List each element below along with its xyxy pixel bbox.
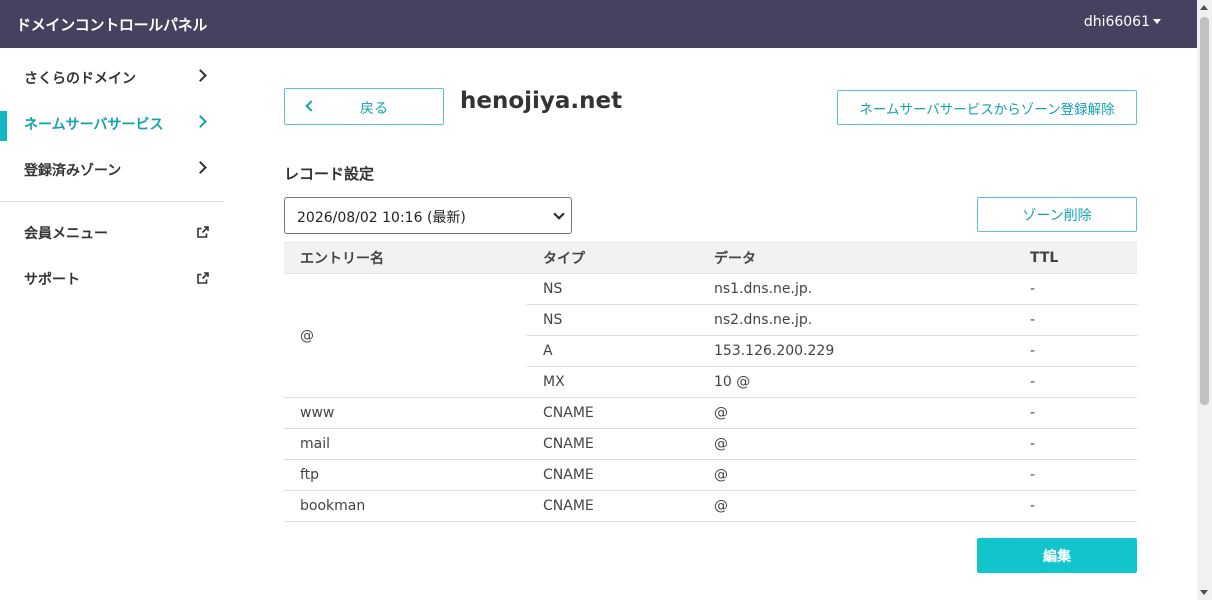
cell-data: 153.126.200.229 <box>698 335 1014 367</box>
table-row: mail CNAME @ - <box>284 428 1137 460</box>
cell-data: @ <box>698 490 1014 522</box>
sidebar-item-registered-zones[interactable]: 登録済みゾーン <box>0 147 224 193</box>
cell-type: NS <box>527 304 698 336</box>
edit-button[interactable]: 編集 <box>977 538 1137 573</box>
table-row: www CNAME @ - <box>284 397 1137 429</box>
chevron-right-icon <box>194 161 207 174</box>
sidebar-divider <box>0 201 224 202</box>
column-header-ttl: TTL <box>1014 242 1137 274</box>
cell-type: A <box>527 335 698 367</box>
cell-ttl: - <box>1014 335 1137 367</box>
sidebar-item-label: さくらのドメイン <box>24 71 136 87</box>
cell-type: CNAME <box>527 428 698 460</box>
sidebar-item-label: 会員メニュー <box>24 226 108 242</box>
cell-ttl: - <box>1014 490 1137 522</box>
sidebar-item-support[interactable]: サポート <box>0 256 224 302</box>
caret-down-icon[interactable] <box>1153 18 1161 24</box>
scroll-up-arrow-icon[interactable] <box>1200 5 1208 10</box>
cell-data: @ <box>698 397 1014 429</box>
cell-type: CNAME <box>527 459 698 491</box>
back-button-label: 戻る <box>360 101 388 117</box>
chevron-right-icon <box>194 69 207 82</box>
cell-type: CNAME <box>527 490 698 522</box>
table-header-row: エントリー名 タイプ データ TTL <box>284 242 1137 274</box>
cell-entry: ftp <box>284 459 527 491</box>
active-indicator <box>0 111 7 141</box>
external-link-icon <box>197 272 209 284</box>
chevron-right-icon <box>194 115 207 128</box>
user-name[interactable]: dhi66061 <box>1084 14 1150 30</box>
cell-data: @ <box>698 459 1014 491</box>
column-header-entry: エントリー名 <box>284 242 527 274</box>
cell-entry: www <box>284 397 527 429</box>
cell-data: @ <box>698 428 1014 460</box>
version-select[interactable]: 2026/08/02 10:16 (最新) <box>284 197 572 234</box>
sidebar: さくらのドメイン ネームサーバサービス 登録済みゾーン 会員メニュー サポート <box>0 48 224 600</box>
vertical-scrollbar[interactable] <box>1197 0 1212 600</box>
cell-entry: @ <box>284 273 527 398</box>
user-menu[interactable]: dhi66061 <box>1084 14 1161 30</box>
cell-entry: bookman <box>284 490 527 522</box>
cell-type: NS <box>527 273 698 305</box>
external-link-icon <box>197 226 209 238</box>
table-row: @ NS ns1.dns.ne.jp. - <box>284 273 1137 398</box>
cell-ttl: - <box>1014 428 1137 460</box>
sidebar-item-label: 登録済みゾーン <box>24 163 122 179</box>
unregister-zone-button[interactable]: ネームサーバサービスからゾーン登録解除 <box>837 90 1137 125</box>
version-select-value: 2026/08/02 10:16 (最新) <box>297 210 466 226</box>
column-header-type: タイプ <box>527 242 698 274</box>
delete-zone-button[interactable]: ゾーン削除 <box>977 197 1137 232</box>
sidebar-item-label: ネームサーバサービス <box>24 117 164 133</box>
cell-ttl: - <box>1014 397 1137 429</box>
cell-ttl: - <box>1014 459 1137 491</box>
top-header: ドメインコントロールパネル dhi66061 <box>0 0 1197 48</box>
table-row: bookman CNAME @ - <box>284 490 1137 522</box>
cell-type: MX <box>527 366 698 398</box>
cell-type: CNAME <box>527 397 698 429</box>
app-title[interactable]: ドメインコントロールパネル <box>16 14 207 35</box>
sidebar-item-member-menu[interactable]: 会員メニュー <box>0 210 224 256</box>
cell-data: ns2.dns.ne.jp. <box>698 304 1014 336</box>
sidebar-item-label: サポート <box>24 272 80 288</box>
page-title: henojiya.net <box>460 88 623 114</box>
table-row: ftp CNAME @ - <box>284 459 1137 491</box>
cell-data: ns1.dns.ne.jp. <box>698 273 1014 305</box>
sidebar-item-sakura-domain[interactable]: さくらのドメイン <box>0 55 224 101</box>
cell-entry: mail <box>284 428 527 460</box>
cell-ttl: - <box>1014 273 1137 305</box>
back-button[interactable]: 戻る <box>284 88 444 125</box>
sidebar-item-nameserver-service[interactable]: ネームサーバサービス <box>0 101 224 147</box>
cell-ttl: - <box>1014 366 1137 398</box>
cell-ttl: - <box>1014 304 1137 336</box>
chevron-down-icon <box>553 208 565 220</box>
scroll-down-arrow-icon[interactable] <box>1200 590 1208 595</box>
cell-data: 10 @ <box>698 366 1014 398</box>
records-table: エントリー名 タイプ データ TTL @ NS ns1.dns.ne.jp. -… <box>284 242 1137 522</box>
scrollbar-thumb[interactable] <box>1200 17 1209 405</box>
column-header-data: データ <box>698 242 1014 274</box>
section-title: レコード設定 <box>284 165 375 183</box>
